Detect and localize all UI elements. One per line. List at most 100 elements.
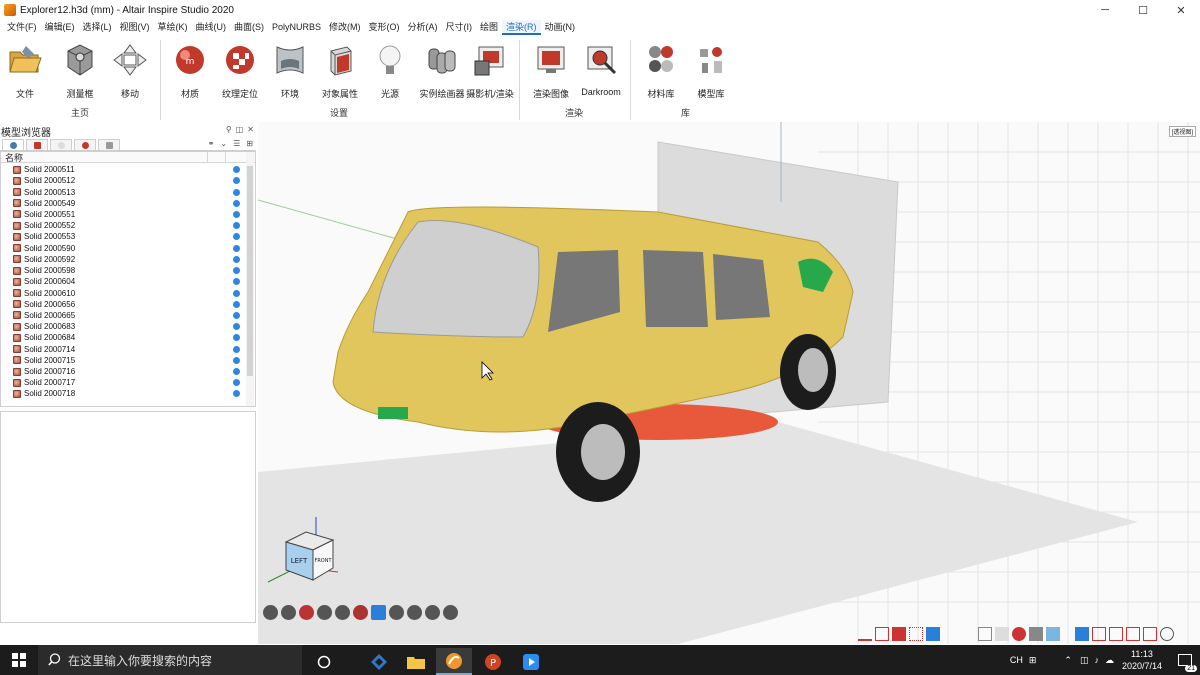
ribbon-render-image-button[interactable]: 渲染图像 — [523, 42, 579, 100]
column-name-header[interactable]: 名称 — [5, 151, 23, 164]
view-sun-icon[interactable] — [353, 605, 368, 620]
visibility-icon[interactable] — [233, 177, 240, 185]
visibility-icon[interactable] — [233, 289, 240, 297]
tab-lights[interactable] — [50, 139, 72, 150]
visibility-icon[interactable] — [233, 188, 240, 196]
visibility-icon[interactable] — [233, 311, 240, 319]
heat-icon[interactable] — [858, 627, 872, 641]
ribbon-material-library-button[interactable]: 材料库 — [633, 42, 689, 100]
tree-row[interactable]: Solid 2000553 — [1, 231, 247, 242]
ribbon-texture-position-button[interactable]: 纹理定位 — [212, 42, 268, 100]
search-icon[interactable]: ⚲ — [226, 125, 232, 134]
tree-row[interactable]: Solid 2000590 — [1, 243, 247, 254]
ribbon-environment-button[interactable]: 环境 — [262, 42, 318, 100]
grid-icon[interactable]: ⊞ — [246, 139, 253, 148]
tree-row[interactable]: Solid 2000552 — [1, 220, 247, 231]
visibility-icon[interactable] — [233, 368, 240, 376]
menu-view[interactable]: 视图(V) — [116, 20, 154, 35]
render-settings-icon[interactable] — [926, 627, 940, 641]
view-shaded-icon[interactable] — [263, 605, 278, 620]
tree-row[interactable]: Solid 2000715 — [1, 355, 247, 366]
taskbar-search-box[interactable]: 在这里输入你要搜索的内容 — [38, 645, 302, 675]
close-icon[interactable]: ✕ — [247, 125, 254, 134]
tree-row[interactable]: Solid 2000716 — [1, 366, 247, 377]
frame-icon[interactable] — [1109, 627, 1123, 641]
menu-sketch[interactable]: 草绘(K) — [154, 20, 192, 35]
stripes-icon[interactable] — [1092, 627, 1106, 641]
tree-row[interactable]: Solid 2000549 — [1, 198, 247, 209]
tree-row[interactable]: Solid 2000598 — [1, 265, 247, 276]
taskbar-app-inspire-icon[interactable] — [361, 648, 397, 675]
visibility-icon[interactable] — [233, 222, 240, 230]
taskbar-altair-studio-icon[interactable] — [436, 648, 472, 675]
tree-row[interactable]: Solid 2000604 — [1, 276, 247, 287]
menu-edit[interactable]: 编辑(E) — [41, 20, 79, 35]
tab-model[interactable] — [2, 139, 24, 150]
ribbon-darkroom-button[interactable]: Darkroom — [573, 42, 629, 100]
volume-icon[interactable]: ♪ — [1094, 655, 1099, 665]
visibility-icon[interactable] — [233, 244, 240, 252]
ribbon-model-library-button[interactable]: 模型库 — [683, 42, 739, 100]
link-icon[interactable]: ⚭ — [208, 139, 215, 148]
scene[interactable]: LEFT FRONT — [258, 122, 1200, 644]
ribbon-object-properties-button[interactable]: 对象属性 — [312, 42, 368, 100]
menu-curve[interactable]: 曲线(U) — [192, 20, 231, 35]
menu-drawing[interactable]: 绘图 — [476, 20, 502, 35]
close-button[interactable]: ✕ — [1162, 0, 1200, 20]
visibility-icon[interactable] — [233, 323, 240, 331]
menu-animation[interactable]: 动画(N) — [541, 20, 580, 35]
export-icon[interactable] — [1143, 627, 1157, 641]
clock[interactable]: 11:13 2020/7/14 — [1122, 648, 1162, 672]
menu-analyze[interactable]: 分析(A) — [404, 20, 442, 35]
tree-row[interactable]: Solid 2000683 — [1, 321, 247, 332]
tree-row[interactable]: Solid 2000551 — [1, 209, 247, 220]
view-orbit-icon[interactable] — [425, 605, 440, 620]
brush-icon[interactable] — [1012, 627, 1026, 641]
view-grid-icon[interactable] — [371, 605, 386, 620]
ribbon-measure-box-button[interactable]: 测量框 — [52, 42, 108, 100]
menu-render[interactable]: 渲染(R) — [502, 20, 541, 35]
tree-row[interactable]: Solid 2000511 — [1, 164, 247, 175]
task-view-icon[interactable] — [306, 648, 342, 675]
visibility-icon[interactable] — [233, 334, 240, 342]
visibility-icon[interactable] — [233, 199, 240, 207]
render-pass-icon[interactable] — [892, 627, 906, 641]
tree-row[interactable]: Solid 2000717 — [1, 377, 247, 388]
view-pan-icon[interactable] — [443, 605, 458, 620]
tree-row[interactable]: Solid 2000684 — [1, 332, 247, 343]
view-wireframe-icon[interactable] — [281, 605, 296, 620]
viewport-mode-label[interactable]: [透视图] — [1168, 126, 1196, 137]
mesh-icon[interactable] — [978, 627, 992, 641]
vertical-scrollbar[interactable] — [246, 152, 254, 406]
chevron-down-icon[interactable]: ⌄ — [220, 139, 227, 148]
tree-row[interactable]: Solid 2000714 — [1, 344, 247, 355]
minimize-button[interactable]: ─ — [1086, 0, 1124, 20]
tool-icon[interactable] — [1029, 627, 1043, 641]
taskbar-file-explorer-icon[interactable] — [398, 648, 434, 675]
tree-row[interactable]: Solid 2000512 — [1, 175, 247, 186]
visibility-icon[interactable] — [233, 390, 240, 398]
menu-dimension[interactable]: 尺寸(I) — [442, 20, 477, 35]
visibility-icon[interactable] — [233, 233, 240, 241]
scrollbar-thumb[interactable] — [247, 166, 253, 376]
ribbon-material-button[interactable]: m 材质 — [162, 42, 218, 100]
keyboard-icon[interactable]: ⊞ — [1029, 655, 1037, 666]
snap-icon[interactable] — [1160, 627, 1174, 641]
visibility-icon[interactable] — [233, 267, 240, 275]
view-material-icon[interactable] — [299, 605, 314, 620]
layout-icon[interactable] — [1075, 627, 1089, 641]
visibility-icon[interactable] — [233, 278, 240, 286]
tree-row[interactable]: Solid 2000656 — [1, 299, 247, 310]
network-icon[interactable]: ◫ — [1080, 655, 1089, 666]
visibility-icon[interactable] — [233, 166, 240, 174]
menu-file[interactable]: 文件(F) — [3, 20, 41, 35]
ime-indicator[interactable]: CH — [1010, 655, 1023, 665]
ribbon-file-button[interactable]: 文件 — [0, 42, 53, 100]
view-fit-icon[interactable] — [407, 605, 422, 620]
view-xray-icon[interactable] — [317, 605, 332, 620]
tree-row[interactable]: Solid 2000513 — [1, 186, 247, 197]
ribbon-light-button[interactable]: 光源 — [362, 42, 418, 100]
maximize-button[interactable]: ☐ — [1124, 0, 1162, 20]
list-icon[interactable]: ☰ — [233, 139, 240, 148]
visibility-icon[interactable] — [233, 210, 240, 218]
